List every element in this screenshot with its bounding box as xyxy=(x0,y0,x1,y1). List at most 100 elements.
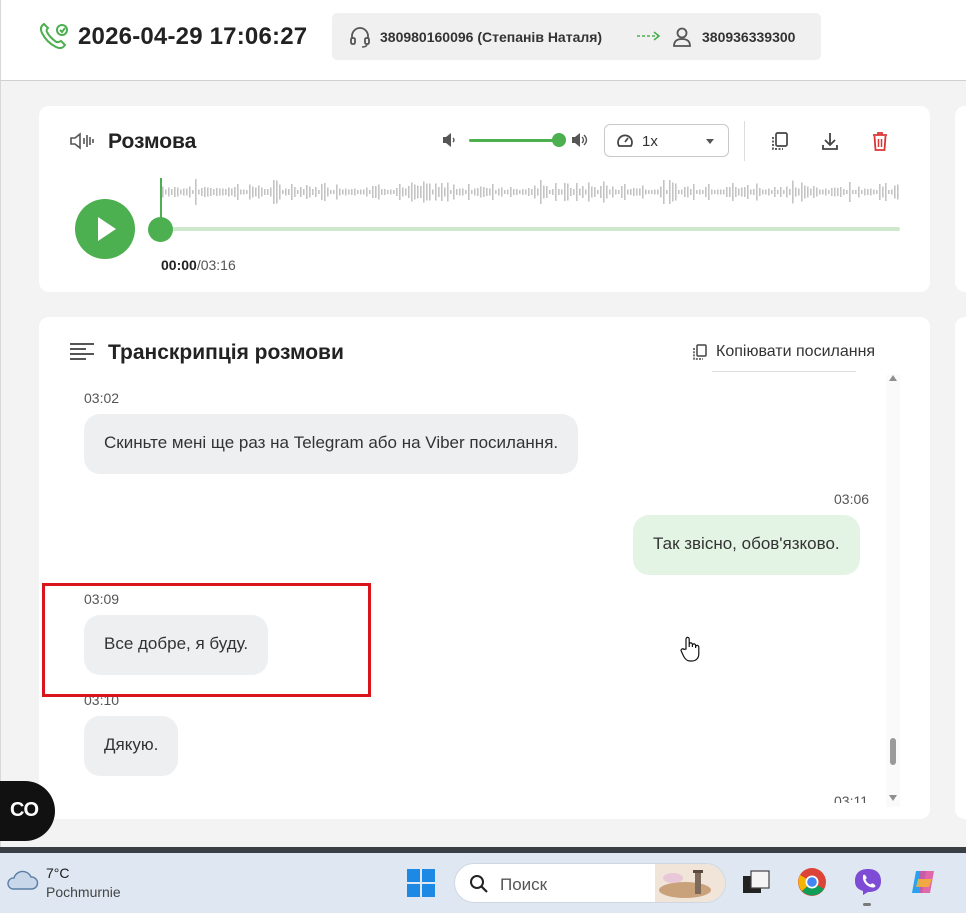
waveform-bar xyxy=(189,186,191,198)
audio-waveform[interactable] xyxy=(160,176,900,216)
waveform-bar xyxy=(288,189,290,195)
play-button[interactable] xyxy=(75,199,135,259)
waveform-bar xyxy=(174,187,176,197)
waveform-bar xyxy=(696,190,698,194)
task-view-icon[interactable] xyxy=(741,867,771,897)
waveform-bar xyxy=(573,189,575,195)
waveform-bar xyxy=(627,189,629,195)
waveform-bar xyxy=(240,189,242,195)
waveform-bar xyxy=(747,185,749,199)
waveform-bar xyxy=(504,190,506,194)
waveform-bar xyxy=(453,184,455,200)
search-icon xyxy=(470,875,488,893)
waveform-bar xyxy=(177,187,179,197)
waveform-bar xyxy=(216,188,218,196)
copy-icon[interactable] xyxy=(769,130,791,152)
copilot-icon[interactable] xyxy=(908,867,938,897)
waveform-bar xyxy=(375,186,377,198)
waveform-bar xyxy=(600,186,602,198)
waveform-bar xyxy=(798,188,800,196)
waveform-bar xyxy=(726,187,728,197)
waveform-bar xyxy=(642,185,644,199)
waveform-bar xyxy=(513,189,515,195)
windows-start-icon[interactable] xyxy=(406,868,436,898)
waveform-bar xyxy=(372,186,374,198)
volume-slider[interactable] xyxy=(469,139,559,142)
scroll-down-arrow-icon[interactable] xyxy=(889,795,897,801)
waveform-bar xyxy=(714,190,716,194)
headset-icon xyxy=(350,27,370,48)
waveform-bar xyxy=(387,190,389,194)
waveform-bar xyxy=(576,183,578,201)
waveform-bar xyxy=(690,189,692,195)
audio-player-card: Розмова 1x 00:00/03:16 xyxy=(39,106,930,292)
side-panel xyxy=(955,106,966,292)
waveform-bar xyxy=(672,182,674,202)
waveform-bar xyxy=(855,190,857,194)
playback-progress-bar[interactable] xyxy=(161,227,900,231)
waveform-bar xyxy=(477,188,479,196)
transcript-title: Транскрипція розмови xyxy=(108,341,344,364)
waveform-bar xyxy=(783,190,785,194)
waveform-bar xyxy=(810,188,812,196)
waveform-bar xyxy=(441,183,443,201)
waveform-bar xyxy=(507,189,509,195)
current-time: 00:00 xyxy=(161,257,197,273)
chrome-icon[interactable] xyxy=(797,867,827,897)
weather-description: Pochmurnie xyxy=(46,884,121,900)
volume-low-icon[interactable] xyxy=(442,132,456,148)
waveform-bar xyxy=(588,182,590,202)
taskbar-search[interactable]: Поиск xyxy=(454,863,726,903)
volume-slider-handle[interactable] xyxy=(552,133,566,147)
viber-icon[interactable] xyxy=(853,867,883,897)
waveform-bar xyxy=(165,189,167,195)
waveform-bar xyxy=(570,188,572,196)
speaker-wave-icon xyxy=(70,132,94,150)
waveform-bar xyxy=(225,189,227,195)
copy-link-label: Копіювати посилання xyxy=(716,343,876,360)
waveform-bar xyxy=(675,183,677,201)
waveform-bar xyxy=(255,187,257,197)
waveform-bar xyxy=(279,184,281,200)
waveform-bar xyxy=(603,181,605,203)
waveform-bar xyxy=(639,188,641,196)
playback-speed-select[interactable]: 1x xyxy=(604,124,729,157)
waveform-bar xyxy=(615,189,617,195)
playback-progress-handle[interactable] xyxy=(148,217,173,242)
waveform-bar xyxy=(684,187,686,197)
scroll-up-arrow-icon[interactable] xyxy=(889,375,897,381)
waveform-bar xyxy=(651,190,653,194)
waveform-bar xyxy=(417,185,419,199)
download-icon[interactable] xyxy=(819,130,841,152)
trash-icon[interactable] xyxy=(869,130,891,152)
waveform-bar xyxy=(666,190,668,194)
waveform-bar xyxy=(402,187,404,197)
volume-high-icon[interactable] xyxy=(571,132,589,148)
waveform-bar xyxy=(780,187,782,197)
waveform-bar xyxy=(660,186,662,198)
waveform-bar xyxy=(837,188,839,196)
waveform-bar xyxy=(612,186,614,198)
waveform-bar xyxy=(702,190,704,194)
waveform-bar xyxy=(318,190,320,194)
scrollbar-thumb[interactable] xyxy=(890,738,896,765)
playback-time: 00:00/03:16 xyxy=(161,257,236,273)
waveform-bar xyxy=(201,188,203,196)
waveform-bar xyxy=(324,183,326,201)
waveform-bar xyxy=(720,189,722,195)
caption-toggle-label: CO xyxy=(10,799,39,821)
waveform-bar xyxy=(882,186,884,198)
waveform-bar xyxy=(192,190,194,194)
waveform-bar xyxy=(597,190,599,194)
waveform-bar xyxy=(381,189,383,195)
waveform-bar xyxy=(495,190,497,194)
waveform-bar xyxy=(480,186,482,198)
waveform-bar xyxy=(678,190,680,194)
waveform-bar xyxy=(579,188,581,196)
waveform-bar xyxy=(258,185,260,199)
waveform-bar xyxy=(891,189,893,195)
waveform-bar xyxy=(222,188,224,196)
waveform-bar xyxy=(339,188,341,196)
call-datetime: 2026-04-29 17:06:27 xyxy=(78,23,308,50)
waveform-bar xyxy=(330,190,332,194)
